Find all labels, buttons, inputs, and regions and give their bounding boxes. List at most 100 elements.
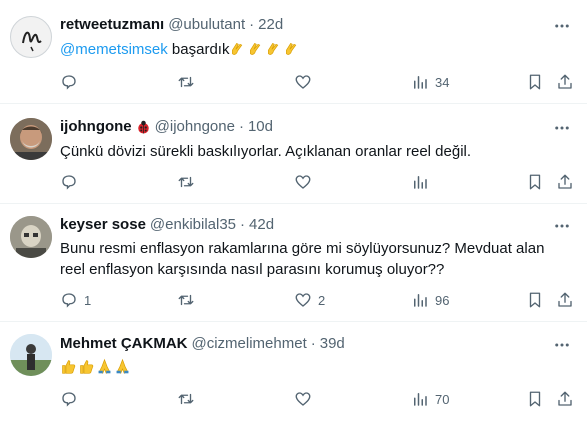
display-name[interactable]: retweetuzmanı xyxy=(60,15,164,35)
tweet-header: ijohngone @ijohngone · 10d xyxy=(60,117,273,137)
tweet-text: Bunu resmi enflasyon rakamlarına göre mi… xyxy=(60,238,575,280)
separator: · xyxy=(310,335,316,352)
folded-hands-icon xyxy=(98,358,111,374)
repost-icon xyxy=(178,76,194,88)
tweet-text-line: reel enflasyon karşısında nasıl parasını… xyxy=(60,261,445,278)
avatar[interactable] xyxy=(10,16,52,58)
like-count: 2 xyxy=(318,292,326,308)
more-options-icon[interactable] xyxy=(553,217,571,235)
repost-icon xyxy=(178,176,194,188)
more-options-icon[interactable] xyxy=(553,119,571,137)
more-options-icon[interactable] xyxy=(553,336,571,354)
tweet-text xyxy=(60,357,480,378)
views-button[interactable]: 70 xyxy=(411,389,449,409)
timestamp[interactable]: 10d xyxy=(248,117,273,137)
clapping-hands-icon xyxy=(286,42,297,55)
heart-icon xyxy=(295,75,311,89)
views-button[interactable]: 96 xyxy=(411,290,449,310)
handle[interactable]: @cizmelimehmet xyxy=(192,334,307,354)
bookmark-button[interactable] xyxy=(526,172,544,192)
action-bar: 70 xyxy=(60,389,573,409)
separator: · xyxy=(249,16,255,33)
tweet-4[interactable]: Mehmet ÇAKMAK @cizmelimehmet · 39d 70 xyxy=(0,322,587,425)
handle[interactable]: @ijohngone xyxy=(155,117,235,137)
repost-button[interactable] xyxy=(177,172,195,192)
reply-count: 1 xyxy=(84,292,92,308)
views-chart-icon xyxy=(414,76,427,89)
clapping-hands-icon xyxy=(268,42,279,55)
views-button[interactable] xyxy=(411,172,435,192)
display-name[interactable]: keyser sose xyxy=(60,215,146,235)
bookmark-button[interactable] xyxy=(526,72,544,92)
bookmark-icon xyxy=(529,174,541,190)
views-button[interactable]: 34 xyxy=(411,72,449,92)
timestamp[interactable]: 39d xyxy=(320,334,345,354)
tweet-2[interactable]: ijohngone @ijohngone · 10d Çünkü dövizi … xyxy=(0,104,587,204)
like-button[interactable] xyxy=(294,389,318,409)
share-icon xyxy=(558,292,572,307)
repost-icon xyxy=(178,393,194,405)
view-count: 70 xyxy=(435,391,450,407)
handle[interactable]: @enkibilal35 xyxy=(150,215,236,235)
tweet-text: @memetsimsek başardık xyxy=(60,39,480,60)
separator: · xyxy=(240,216,246,233)
action-bar: 34 xyxy=(60,72,573,92)
tweet-text-content: başardık xyxy=(171,41,230,58)
repost-icon xyxy=(178,294,194,306)
tweet-1[interactable]: retweetuzmanı @ubulutant · 22d @memetsim… xyxy=(0,0,587,104)
share-button[interactable] xyxy=(556,72,574,92)
mention-link[interactable]: @memetsimsek xyxy=(60,41,168,58)
tweet-3[interactable]: keyser sose @enkibilal35 · 42d Bunu resm… xyxy=(0,204,587,322)
folded-hands-icon xyxy=(116,358,129,374)
avatar[interactable] xyxy=(10,118,52,160)
more-options-icon[interactable] xyxy=(553,17,571,35)
view-count: 34 xyxy=(435,74,450,90)
views-chart-icon xyxy=(414,393,427,406)
repost-button[interactable] xyxy=(177,290,195,310)
share-button[interactable] xyxy=(556,389,574,409)
like-button[interactable]: 2 xyxy=(294,290,325,310)
bookmark-icon xyxy=(529,391,541,407)
reply-icon xyxy=(62,293,76,308)
views-chart-icon xyxy=(414,294,427,307)
reply-button[interactable] xyxy=(60,172,84,192)
tweet-header: retweetuzmanı @ubulutant · 22d xyxy=(60,15,283,35)
reply-button[interactable]: 1 xyxy=(60,290,91,310)
display-name[interactable]: ijohngone xyxy=(60,117,132,137)
bookmark-icon xyxy=(529,292,541,308)
heart-icon xyxy=(295,175,311,189)
timestamp[interactable]: 42d xyxy=(249,215,274,235)
bookmark-button[interactable] xyxy=(526,389,544,409)
reply-button[interactable] xyxy=(60,72,84,92)
heart-icon xyxy=(295,392,311,406)
views-chart-icon xyxy=(414,176,427,189)
avatar[interactable] xyxy=(10,334,52,376)
bookmark-icon xyxy=(529,74,541,90)
display-name[interactable]: Mehmet ÇAKMAK xyxy=(60,334,188,354)
action-bar xyxy=(60,172,573,192)
timestamp[interactable]: 22d xyxy=(258,15,283,35)
heart-icon xyxy=(295,293,311,307)
ladybug-icon xyxy=(137,120,149,133)
clapping-hands-icon xyxy=(232,42,243,55)
repost-button[interactable] xyxy=(177,389,195,409)
thumbs-up-icon xyxy=(62,360,76,374)
tweet-text: Çünkü dövizi sürekli baskılıyorlar. Açık… xyxy=(60,143,472,160)
repost-button[interactable] xyxy=(177,72,195,92)
tweet-header: Mehmet ÇAKMAK @cizmelimehmet · 39d xyxy=(60,334,345,354)
bookmark-button[interactable] xyxy=(526,290,544,310)
avatar[interactable] xyxy=(10,216,52,258)
share-button[interactable] xyxy=(556,290,574,310)
share-icon xyxy=(558,391,572,406)
handle[interactable]: @ubulutant xyxy=(168,15,245,35)
share-button[interactable] xyxy=(556,172,574,192)
tweet-text-line: Bunu resmi enflasyon rakamlarına göre mi… xyxy=(60,240,545,257)
reply-button[interactable] xyxy=(60,389,84,409)
tweet-header: keyser sose @enkibilal35 · 42d xyxy=(60,215,274,235)
like-button[interactable] xyxy=(294,172,318,192)
separator: · xyxy=(238,118,244,135)
share-icon xyxy=(558,174,572,189)
clapping-hands-icon xyxy=(250,42,261,55)
like-button[interactable] xyxy=(294,72,318,92)
reply-icon xyxy=(62,392,76,407)
